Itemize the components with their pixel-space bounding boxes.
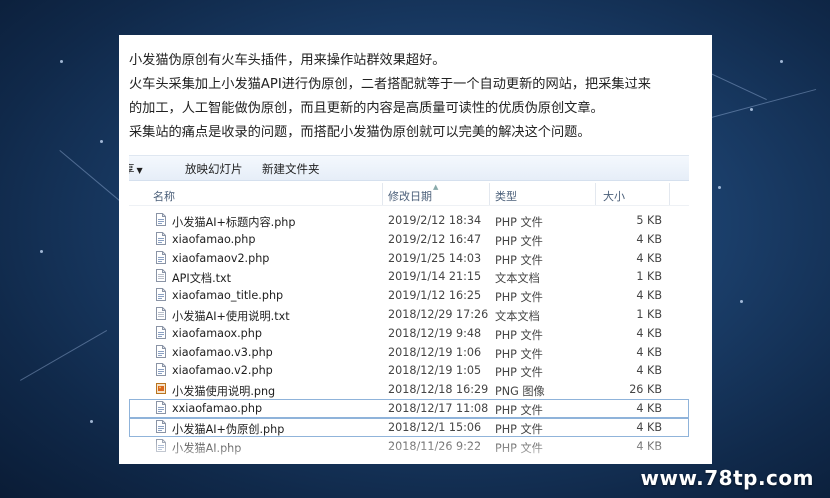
file-size: 4 KB: [636, 401, 662, 415]
sort-ascending-icon: ▲: [433, 183, 439, 191]
file-name: API文档.txt: [172, 272, 232, 286]
file-size: 1 KB: [636, 270, 662, 284]
file-name: xxiaofamao.php: [172, 401, 263, 415]
file-size: 4 KB: [636, 364, 662, 378]
png-file-icon: [156, 382, 166, 395]
article-paragraph: 小发猫伪原创有火车头插件，用来操作站群效果超好。: [129, 53, 446, 68]
file-row[interactable]: 小发猫AI+伪原创.php 2018/12/1 15:06 PHP 文件 4 KB: [129, 417, 689, 437]
file-size: 4 KB: [636, 251, 662, 265]
file-date: 2018/12/29 17:26: [388, 307, 489, 321]
php-file-icon: [156, 250, 166, 264]
file-date: 2019/1/12 16:25: [388, 289, 482, 303]
file-date: 2018/12/19 9:48: [388, 326, 482, 340]
file-row[interactable]: xxiaofamao.php 2018/12/17 11:08 PHP 文件 4 KB: [129, 398, 689, 418]
file-type: 文本文档: [495, 309, 540, 323]
file-size: 4 KB: [636, 420, 662, 434]
file-date: 2019/1/14 21:15: [388, 270, 482, 284]
file-type: PNG 图像: [495, 385, 545, 399]
php-file-icon: [156, 213, 166, 226]
site-watermark: www.78tp.com: [640, 466, 814, 490]
file-name: 小发猫AI+标题内容.php: [172, 216, 296, 229]
php-file-icon: [156, 325, 166, 339]
file-name: 小发猫AI+使用说明.txt: [172, 309, 290, 323]
php-file-icon: [156, 231, 166, 245]
file-type: PHP 文件: [495, 366, 543, 380]
file-type: PHP 文件: [495, 347, 543, 361]
article-text: 小发猫伪原创有火车头插件，用来操作站群效果超好。 火车头采集加上小发猫API进行…: [129, 49, 704, 145]
file-name: 小发猫使用说明.png: [172, 385, 276, 399]
file-name: xiaofamaov2.php: [172, 251, 270, 265]
php-file-icon: [156, 344, 166, 358]
file-row[interactable]: xiaofamao.v2.php 2018/12/19 1:05 PHP 文件 4 K…: [129, 361, 689, 380]
file-date: 2018/12/17 11:08: [388, 401, 489, 415]
file-type: PHP 文件: [495, 253, 543, 267]
file-size: 26 KB: [629, 383, 662, 397]
file-type: PHP 文件: [495, 291, 543, 305]
file-row[interactable]: 小发猫AI+标题内容.php 2019/2/12 18:34 PHP 文件 5 KB: [129, 211, 689, 230]
file-type: PHP 文件: [495, 216, 543, 229]
slideshow-button[interactable]: 放映幻灯片: [185, 161, 243, 177]
file-size: 4 KB: [636, 345, 662, 359]
php-file-icon: [156, 363, 166, 377]
file-row[interactable]: xiaofamaov2.php 2019/1/25 14:03 PHP 文件 4 KB: [129, 249, 689, 268]
file-row[interactable]: API文档.txt 2019/1/14 21:15 文本文档 1 KB: [129, 267, 689, 286]
php-file-icon: [156, 288, 166, 302]
file-name: xiaofamao_title.php: [172, 289, 284, 303]
file-date: 2018/12/18 16:29: [388, 383, 489, 397]
file-size: 4 KB: [636, 232, 662, 246]
file-explorer-screenshot: 享▼ 放映幻灯片 新建文件夹 名称 ▲ 修改日期 类型 大小 小发猫AI+标题内…: [129, 155, 689, 464]
article-paragraph: 的加工，人工智能做伪原创，而且更新的内容是高质量可读性的优质伪原创文章。: [129, 101, 604, 116]
file-date: 2019/2/12 18:34: [388, 214, 482, 227]
file-date: 2018/12/1 15:06: [388, 420, 482, 434]
text-file-icon: [156, 306, 166, 320]
file-date: 2019/2/12 16:47: [388, 232, 482, 246]
file-list: 小发猫AI+标题内容.php 2019/2/12 18:34 PHP 文件 5 KB x…: [129, 211, 689, 455]
file-date: 2019/1/25 14:03: [388, 251, 482, 265]
file-type: PHP 文件: [495, 422, 543, 436]
file-name: xiaofamao.v3.php: [172, 345, 273, 359]
file-row[interactable]: xiaofamao_title.php 2019/1/12 16:25 PHP 文件…: [129, 286, 689, 305]
file-row[interactable]: 小发猫AI+使用说明.txt 2018/12/29 17:26 文本文档 1 KB: [129, 305, 689, 324]
file-type: PHP 文件: [495, 328, 543, 342]
file-type: 文本文档: [495, 272, 540, 286]
file-name: 小发猫AI+伪原创.php: [172, 422, 285, 436]
file-type: PHP 文件: [495, 403, 543, 417]
file-size: 5 KB: [636, 214, 662, 227]
file-name: xiaofamao.php: [172, 232, 256, 246]
file-row[interactable]: xiaofamao.v3.php 2018/12/19 1:06 PHP 文件 4 K…: [129, 343, 689, 362]
article-paragraph: 采集站的痛点是收录的问题，而搭配小发猫伪原创就可以完美的解决这个问题。: [129, 125, 591, 140]
php-file-icon: [156, 400, 166, 414]
column-header: 名称 ▲ 修改日期 类型 大小: [129, 183, 689, 206]
new-folder-button[interactable]: 新建文件夹: [262, 161, 320, 177]
column-size[interactable]: 大小: [603, 188, 625, 204]
file-size: 4 KB: [636, 326, 662, 340]
article-paragraph: 火车头采集加上小发猫API进行伪原创，二者搭配就等于一个自动更新的网站，把采集过…: [129, 77, 651, 92]
column-type[interactable]: 类型: [495, 188, 517, 204]
column-date[interactable]: 修改日期: [388, 188, 432, 204]
article-card: 小发猫伪原创有火车头插件，用来操作站群效果超好。 火车头采集加上小发猫API进行…: [119, 35, 712, 464]
file-row[interactable]: xiaofamao.php 2019/2/12 16:47 PHP 文件 4 KB: [129, 230, 689, 249]
explorer-toolbar: 享▼ 放映幻灯片 新建文件夹: [129, 156, 689, 181]
file-row[interactable]: 小发猫使用说明.png 2018/12/18 16:29 PNG 图像 26 KB: [129, 380, 689, 399]
share-menu-button[interactable]: 享▼: [129, 161, 143, 177]
text-file-icon: [156, 269, 166, 283]
file-name: xiaofamaox.php: [172, 326, 262, 340]
file-size: 4 KB: [636, 289, 662, 303]
file-date: 2018/12/19 1:05: [388, 364, 482, 378]
file-size: 1 KB: [636, 307, 662, 321]
column-name[interactable]: 名称: [153, 188, 175, 204]
file-name: xiaofamao.v2.php: [172, 364, 273, 378]
php-file-icon: [156, 419, 166, 433]
file-date: 2018/12/19 1:06: [388, 345, 482, 359]
file-type: PHP 文件: [495, 234, 543, 248]
file-row[interactable]: xiaofamaox.php 2018/12/19 9:48 PHP 文件 4 KB: [129, 324, 689, 343]
